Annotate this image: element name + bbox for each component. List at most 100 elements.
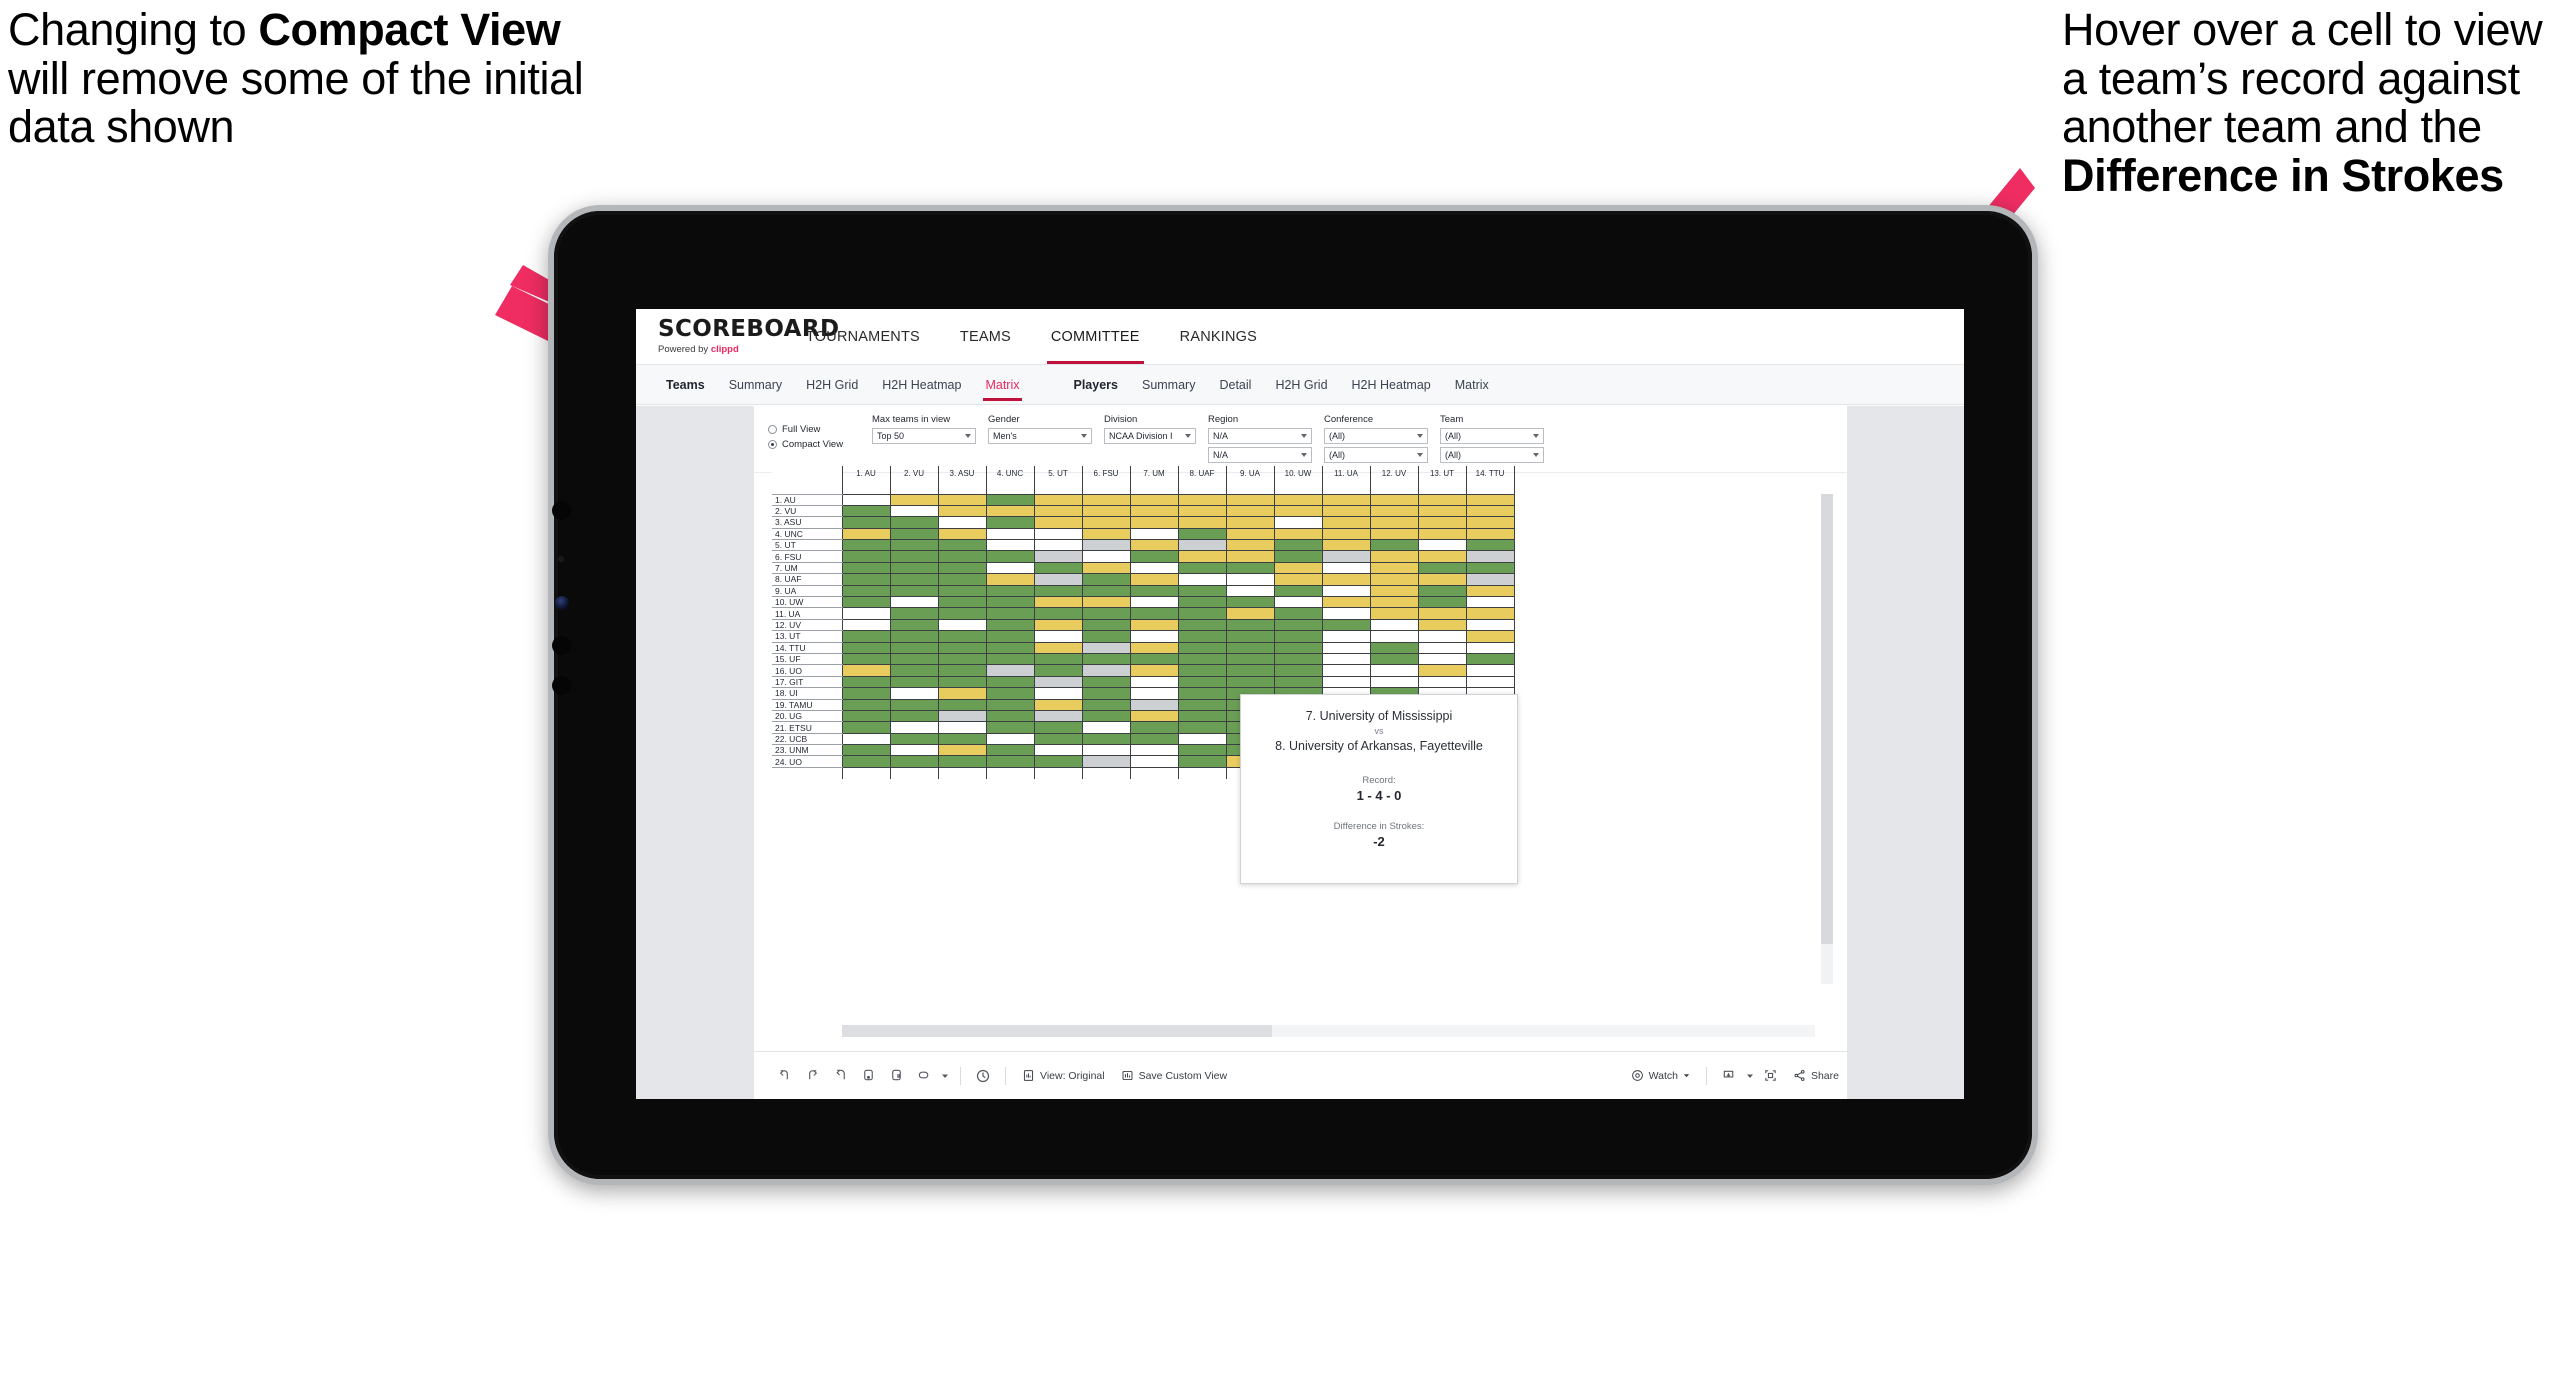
matrix-cell[interactable] bbox=[1369, 504, 1419, 518]
matrix-cell[interactable] bbox=[985, 641, 1035, 654]
matrix-cell[interactable] bbox=[937, 709, 987, 723]
matrix-cell[interactable] bbox=[937, 573, 987, 586]
matrix-cell[interactable] bbox=[1081, 641, 1131, 654]
download-dropdown-icon[interactable] bbox=[1743, 1062, 1757, 1090]
matrix-column-header[interactable]: 6. FSU bbox=[1081, 466, 1131, 494]
matrix-row-header[interactable]: 16. UO bbox=[772, 664, 842, 677]
matrix-cell[interactable] bbox=[1321, 630, 1371, 643]
matrix-cell[interactable] bbox=[985, 732, 1035, 746]
matrix-cell[interactable] bbox=[937, 744, 987, 757]
matrix-cell[interactable] bbox=[889, 744, 939, 757]
matrix-cell[interactable] bbox=[985, 573, 1035, 586]
matrix-cell[interactable] bbox=[1369, 516, 1419, 529]
matrix-cell[interactable] bbox=[1273, 630, 1323, 643]
matrix-row-header[interactable]: 12. UV bbox=[772, 619, 842, 632]
matrix-cell[interactable] bbox=[1417, 561, 1467, 575]
matrix-cell[interactable] bbox=[985, 687, 1035, 700]
matrix-column-header[interactable]: 13. UT bbox=[1417, 466, 1467, 494]
undo-icon[interactable] bbox=[770, 1062, 798, 1090]
radio-full-view-icon[interactable] bbox=[768, 425, 777, 434]
matrix-cell[interactable] bbox=[1129, 721, 1179, 734]
matrix-cell[interactable] bbox=[1081, 561, 1131, 575]
matrix-cell[interactable] bbox=[1465, 675, 1515, 689]
matrix-cell[interactable] bbox=[889, 618, 939, 632]
matrix-cell[interactable] bbox=[1177, 573, 1227, 586]
matrix-cell[interactable] bbox=[937, 539, 987, 552]
matrix-cell[interactable] bbox=[1321, 595, 1371, 609]
matrix-cell[interactable] bbox=[1417, 641, 1467, 654]
matrix-horizontal-scrollbar-thumb[interactable] bbox=[842, 1025, 1272, 1037]
matrix-cell[interactable] bbox=[1321, 493, 1371, 506]
matrix-cell[interactable] bbox=[1417, 584, 1467, 598]
matrix-cell[interactable] bbox=[1081, 618, 1131, 632]
matrix-cell[interactable] bbox=[985, 527, 1035, 541]
matrix-cell[interactable] bbox=[1081, 721, 1131, 734]
matrix-cell[interactable] bbox=[1081, 493, 1131, 506]
matrix-cell[interactable] bbox=[1369, 664, 1419, 677]
subnav-teams-h2h-heatmap[interactable]: H2H Heatmap bbox=[870, 378, 973, 392]
matrix-cell[interactable] bbox=[1129, 744, 1179, 757]
matrix-cell[interactable] bbox=[1273, 595, 1323, 609]
filter-team-select-1[interactable]: (All) bbox=[1440, 428, 1544, 444]
matrix-cell[interactable] bbox=[937, 630, 987, 643]
matrix-cell[interactable] bbox=[937, 584, 987, 598]
matrix-cell[interactable] bbox=[1177, 607, 1227, 620]
matrix-cell[interactable] bbox=[1033, 664, 1083, 677]
matrix-column-header[interactable]: 5. UT bbox=[1033, 466, 1083, 494]
matrix-cell[interactable] bbox=[841, 652, 891, 666]
matrix-cell[interactable] bbox=[1321, 561, 1371, 575]
matrix-cell[interactable] bbox=[1081, 744, 1131, 757]
matrix-cell[interactable] bbox=[1129, 630, 1179, 643]
matrix-cell[interactable] bbox=[1129, 675, 1179, 689]
matrix-cell[interactable] bbox=[1465, 618, 1515, 632]
matrix-row-header[interactable]: 9. UA bbox=[772, 585, 842, 598]
matrix-cell[interactable] bbox=[1417, 504, 1467, 518]
matrix-cell[interactable] bbox=[1465, 630, 1515, 643]
matrix-column-header[interactable]: 9. UA bbox=[1225, 466, 1275, 494]
matrix-cell[interactable] bbox=[1033, 744, 1083, 757]
topnav-item-committee[interactable]: COMMITTEE bbox=[1031, 309, 1160, 364]
matrix-cell[interactable] bbox=[1081, 607, 1131, 620]
matrix-row-header[interactable]: 8. UAF bbox=[772, 573, 842, 586]
matrix-cell[interactable] bbox=[841, 539, 891, 552]
matrix-cell[interactable] bbox=[1177, 550, 1227, 563]
matrix-cell[interactable] bbox=[1033, 550, 1083, 563]
matrix-cell[interactable] bbox=[841, 698, 891, 711]
matrix-cell[interactable] bbox=[937, 516, 987, 529]
matrix-cell[interactable] bbox=[889, 607, 939, 620]
matrix-cell[interactable] bbox=[841, 755, 891, 768]
matrix-cell[interactable] bbox=[1177, 630, 1227, 643]
matrix-cell[interactable] bbox=[1465, 504, 1515, 518]
matrix-cell[interactable] bbox=[1129, 550, 1179, 563]
matrix-column-header[interactable]: 11. UA bbox=[1321, 466, 1371, 494]
matrix-vertical-scrollbar[interactable] bbox=[1821, 494, 1833, 984]
matrix-row-header[interactable]: 7. UM bbox=[772, 562, 842, 575]
matrix-cell[interactable] bbox=[1369, 493, 1419, 506]
matrix-cell[interactable] bbox=[889, 516, 939, 529]
matrix-cell[interactable] bbox=[889, 721, 939, 734]
matrix-cell[interactable] bbox=[1321, 618, 1371, 632]
topnav-item-tournaments[interactable]: TOURNAMENTS bbox=[786, 309, 940, 364]
matrix-cell[interactable] bbox=[937, 550, 987, 563]
matrix-cell[interactable] bbox=[841, 573, 891, 586]
matrix-cell[interactable] bbox=[985, 493, 1035, 506]
matrix-cell[interactable] bbox=[1225, 675, 1275, 689]
highlight-icon[interactable] bbox=[910, 1062, 938, 1090]
download-icon[interactable] bbox=[1715, 1062, 1743, 1090]
matrix-cell[interactable] bbox=[1417, 527, 1467, 541]
matrix-row-header[interactable]: 20. UG bbox=[772, 710, 842, 723]
matrix-row-header[interactable]: 5. UT bbox=[772, 539, 842, 552]
matrix-cell[interactable] bbox=[841, 504, 891, 518]
matrix-cell[interactable] bbox=[1321, 550, 1371, 563]
matrix-cell[interactable] bbox=[1273, 493, 1323, 506]
matrix-cell[interactable] bbox=[1081, 584, 1131, 598]
matrix-cell[interactable] bbox=[1417, 493, 1467, 506]
matrix-cell[interactable] bbox=[889, 675, 939, 689]
matrix-cell[interactable] bbox=[985, 652, 1035, 666]
matrix-cell[interactable] bbox=[841, 744, 891, 757]
filter-max-teams-select[interactable]: Top 50 bbox=[872, 428, 976, 444]
filter-team-select-2[interactable]: (All) bbox=[1440, 447, 1544, 463]
matrix-cell[interactable] bbox=[841, 516, 891, 529]
matrix-cell[interactable] bbox=[1033, 595, 1083, 609]
matrix-cell[interactable] bbox=[841, 630, 891, 643]
